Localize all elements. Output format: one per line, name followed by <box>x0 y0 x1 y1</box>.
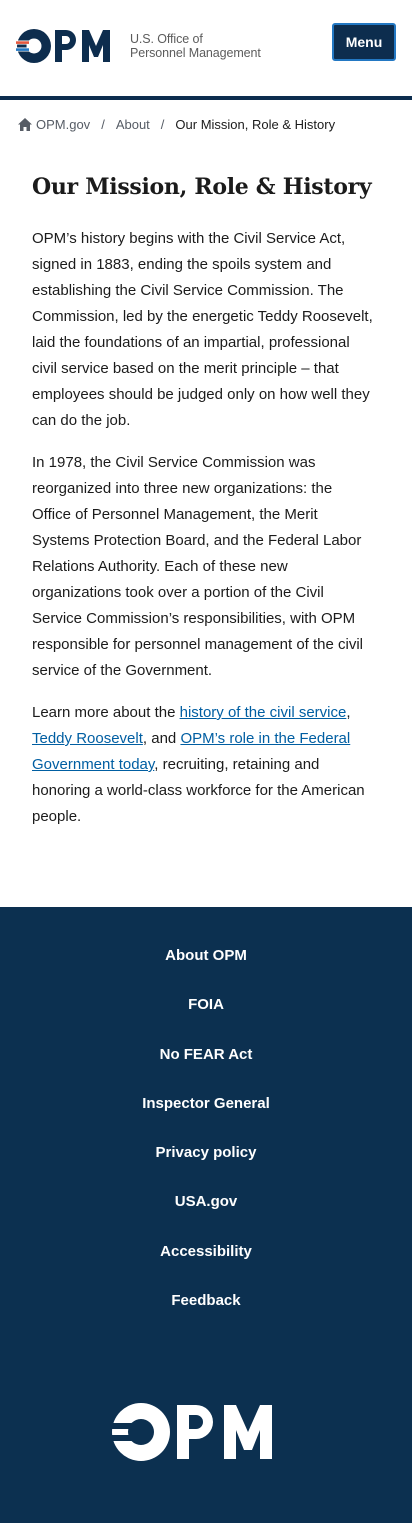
learn-more-paragraph: Learn more about the history of the civi… <box>32 700 374 830</box>
learn-more-separator: , <box>346 704 351 721</box>
footer-link-foia[interactable]: FOIA <box>0 988 412 1037</box>
breadcrumb-separator: / <box>160 117 165 132</box>
footer-link-privacy-policy[interactable]: Privacy policy <box>0 1136 412 1185</box>
teddy-roosevelt-link[interactable]: Teddy Roosevelt <box>32 730 143 747</box>
opm-logo-link[interactable]: U.S. Office of Personnel Management <box>16 28 261 64</box>
opm-logo-icon <box>16 29 110 63</box>
site-header: U.S. Office of Personnel Management Menu <box>0 0 412 100</box>
breadcrumb: OPM.gov / About / Our Mission, Role & Hi… <box>18 117 402 132</box>
page-title: Our Mission, Role & History <box>32 174 372 200</box>
footer-link-accessibility[interactable]: Accessibility <box>0 1235 412 1284</box>
learn-more-separator: , and <box>142 730 181 747</box>
footer-link-usa-gov[interactable]: USA.gov <box>0 1185 412 1234</box>
footer-link-no-fear-act[interactable]: No FEAR Act <box>0 1038 412 1087</box>
logo-text-line1: U.S. Office of <box>130 32 203 46</box>
learn-more-prefix: Learn more about the <box>32 704 180 721</box>
footer-links: About OPM FOIA No FEAR Act Inspector Gen… <box>0 939 412 1333</box>
breadcrumb-separator: / <box>101 117 105 132</box>
breadcrumb-current: Our Mission, Role & History <box>175 117 336 132</box>
menu-button[interactable]: Menu <box>332 23 396 61</box>
history-paragraph-2: In 1978, the Civil Service Commission wa… <box>32 454 364 679</box>
logo-text-line2: Personnel Management <box>130 46 261 60</box>
main-content: Our Mission, Role & History OPM’s histor… <box>32 170 374 830</box>
breadcrumb-about-link[interactable]: About <box>116 117 150 132</box>
site-footer: About OPM FOIA No FEAR Act Inspector Gen… <box>0 907 412 1523</box>
opm-footer-logo-icon[interactable] <box>111 1402 295 1462</box>
history-of-civil-service-link[interactable]: history of the civil service <box>180 704 347 721</box>
breadcrumb-home-link[interactable]: OPM.gov <box>36 117 90 132</box>
home-icon <box>18 118 32 131</box>
footer-link-about-opm[interactable]: About OPM <box>0 939 412 988</box>
history-paragraph-1: OPM’s history begins with the Civil Serv… <box>32 230 373 429</box>
logo-text: U.S. Office of Personnel Management <box>130 32 261 60</box>
footer-link-inspector-general[interactable]: Inspector General <box>0 1087 412 1136</box>
footer-link-feedback[interactable]: Feedback <box>0 1284 412 1333</box>
